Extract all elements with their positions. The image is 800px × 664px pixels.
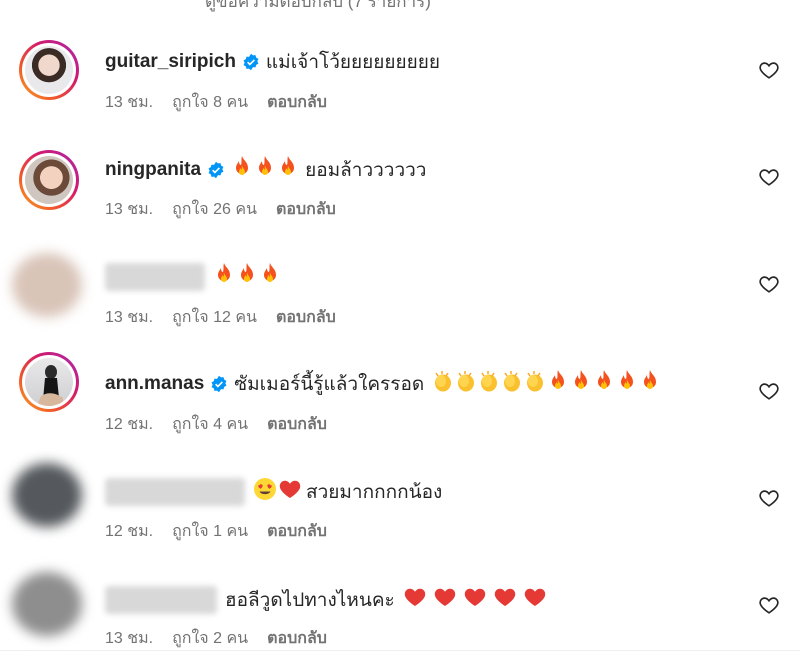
fire-icon — [277, 155, 299, 185]
divider — [0, 650, 800, 651]
comment-likes[interactable]: ถูกใจ 26 คน — [172, 197, 257, 222]
reply-button[interactable]: ตอบกลับ — [276, 305, 336, 330]
fire-icon — [593, 369, 615, 399]
red-heart-icon — [493, 585, 517, 615]
view-replies-link[interactable]: ดูข้อความตอบกลับ (7 รายการ) — [205, 0, 431, 15]
avatar[interactable] — [12, 572, 82, 636]
comment-likes[interactable]: ถูกใจ 4 คน — [172, 412, 248, 437]
comment-username-redacted[interactable] — [105, 586, 217, 614]
comment-username-redacted[interactable] — [105, 478, 245, 506]
like-heart-icon[interactable] — [758, 487, 780, 509]
comment-username[interactable]: ann.manas — [105, 373, 204, 395]
fire-icon — [236, 262, 258, 292]
red-heart-icon — [433, 585, 457, 615]
comment-text: ยอมล้าวววววว — [305, 160, 427, 181]
verified-badge-icon — [211, 375, 227, 393]
reply-button[interactable]: ตอบกลับ — [267, 412, 327, 437]
comment-time: 13 ชม. — [105, 93, 154, 111]
reply-button[interactable]: ตอบกลับ — [267, 90, 327, 115]
comment-time: 12 ชม. — [105, 522, 154, 540]
comment-text: ซัมเมอร์นี้รู้แล้วใครรอด — [234, 374, 425, 395]
clap-icon — [432, 369, 454, 399]
avatar[interactable] — [12, 463, 82, 527]
comment-likes[interactable]: ถูกใจ 8 คน — [172, 90, 248, 115]
comment-likes[interactable]: ถูกใจ 1 คน — [172, 519, 248, 544]
comment-username-redacted[interactable] — [105, 263, 205, 291]
red-heart-icon — [278, 477, 302, 507]
comment-likes[interactable]: ถูกใจ 2 คน — [172, 626, 248, 651]
like-heart-icon[interactable] — [758, 273, 780, 295]
red-heart-icon — [463, 585, 487, 615]
reply-button[interactable]: ตอบกลับ — [267, 519, 327, 544]
comment-text: ฮอลีวูดไปทางไหนคะ — [225, 590, 395, 611]
fire-icon — [570, 369, 592, 399]
reply-button[interactable]: ตอบกลับ — [267, 626, 327, 651]
fire-icon — [547, 369, 569, 399]
comment-username[interactable]: ningpanita — [105, 159, 201, 181]
comment-likes[interactable]: ถูกใจ 12 คน — [172, 305, 257, 330]
comment-time: 12 ชม. — [105, 415, 154, 433]
comment-text: แม่เจ้าโว้ยยยยยยยยย — [265, 52, 441, 73]
fire-icon — [254, 155, 276, 185]
fire-icon — [231, 155, 253, 185]
like-heart-icon[interactable] — [758, 594, 780, 616]
verified-badge-icon — [208, 161, 224, 179]
heart-eyes-icon — [253, 477, 277, 507]
fire-icon — [639, 369, 661, 399]
clap-icon — [501, 369, 523, 399]
clap-icon — [524, 369, 546, 399]
comment-time: 13 ชม. — [105, 308, 154, 326]
red-heart-icon — [403, 585, 427, 615]
avatar[interactable] — [12, 253, 82, 317]
avatar[interactable] — [19, 352, 79, 412]
like-heart-icon[interactable] — [758, 59, 780, 81]
clap-icon — [478, 369, 500, 399]
avatar[interactable] — [19, 40, 79, 100]
red-heart-icon — [523, 585, 547, 615]
like-heart-icon[interactable] — [758, 166, 780, 188]
like-heart-icon[interactable] — [758, 380, 780, 402]
reply-button[interactable]: ตอบกลับ — [276, 197, 336, 222]
comment-username[interactable]: guitar_siripich — [105, 51, 236, 73]
verified-badge-icon — [243, 53, 259, 71]
comment-text: สวยมากกกกน้อง — [306, 482, 443, 503]
avatar[interactable] — [19, 150, 79, 210]
fire-icon — [616, 369, 638, 399]
comment-time: 13 ชม. — [105, 200, 154, 218]
clap-icon — [455, 369, 477, 399]
comment-time: 13 ชม. — [105, 629, 154, 647]
fire-icon — [213, 262, 235, 292]
fire-icon — [259, 262, 281, 292]
